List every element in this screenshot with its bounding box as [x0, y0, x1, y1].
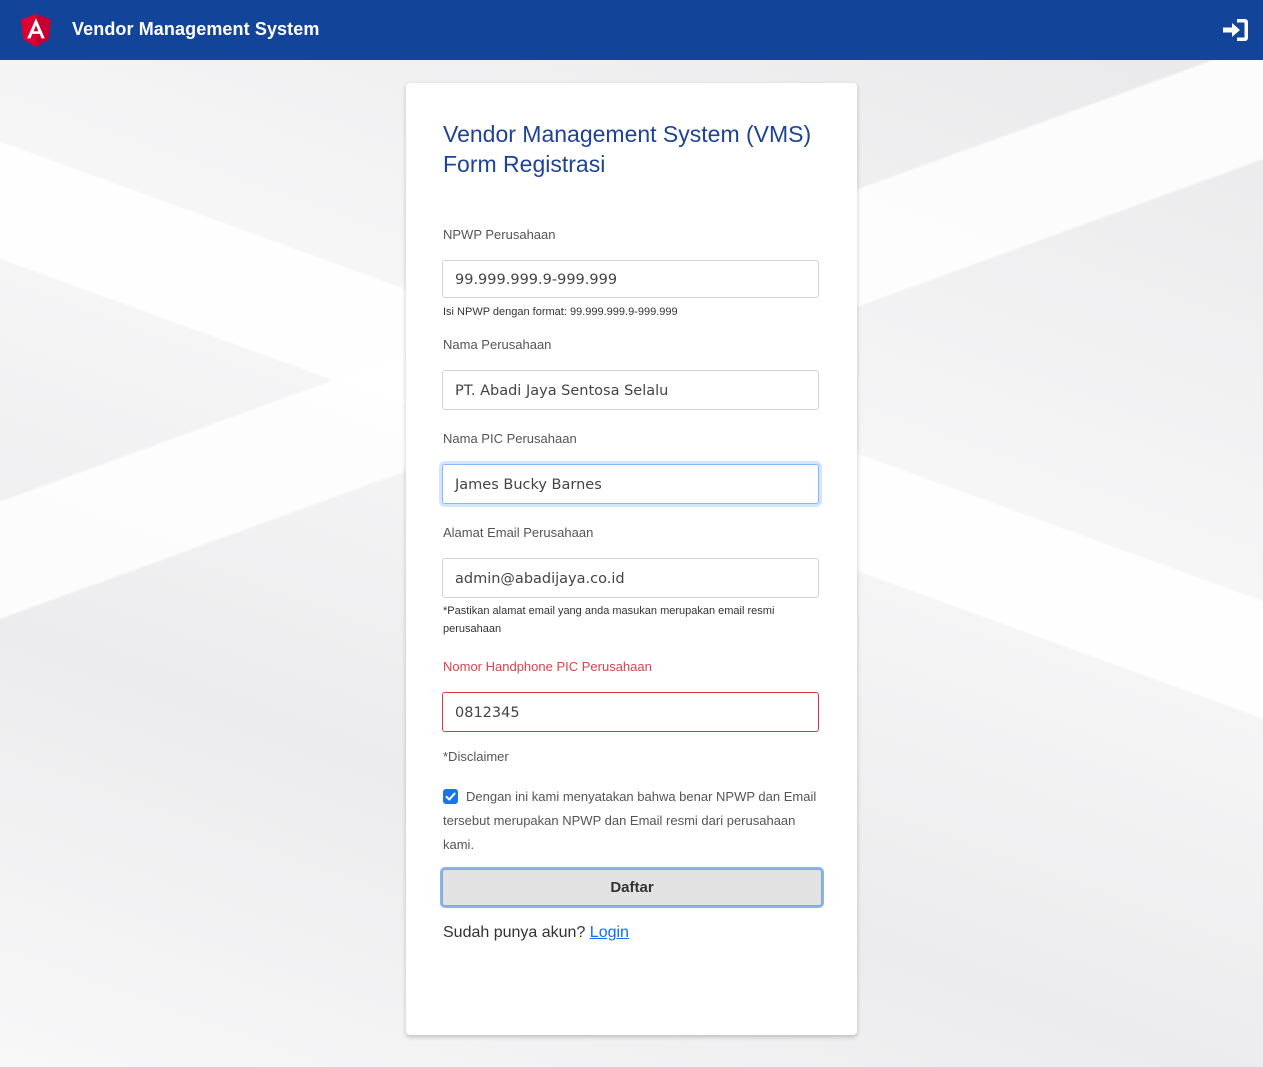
login-prompt: Sudah punya akun? Login: [443, 924, 629, 942]
npwp-help-text: Isi NPWP dengan format: 99.999.999.9-999…: [443, 306, 678, 318]
npwp-input[interactable]: 99.999.999.9-999.999: [442, 260, 819, 298]
disclaimer-title: *Disclaimer: [443, 749, 509, 764]
disclaimer-checkbox[interactable]: [443, 789, 458, 804]
registration-card: Vendor Management System (VMS) Form Regi…: [406, 83, 857, 1035]
phone-label: Nomor Handphone PIC Perusahaan: [443, 659, 652, 674]
npwp-label: NPWP Perusahaan: [443, 227, 556, 242]
disclaimer-text: Dengan ini kami menyatakan bahwa benar N…: [443, 789, 817, 852]
sign-in-icon[interactable]: [1223, 18, 1249, 42]
app-title: Vendor Management System: [72, 19, 320, 39]
login-link[interactable]: Login: [590, 924, 629, 941]
email-help-text: *Pastikan alamat email yang anda masukan…: [443, 605, 775, 635]
pic-name-label: Nama PIC Perusahaan: [443, 431, 577, 446]
top-navbar: Vendor Management System: [0, 0, 1263, 60]
angular-logo-icon[interactable]: [21, 14, 51, 47]
heading-line-1: Vendor Management System (VMS): [443, 121, 812, 147]
heading-line-2: Form Registrasi: [443, 151, 606, 177]
company-name-input[interactable]: PT. Abadi Jaya Sentosa Selalu: [442, 370, 819, 410]
register-button[interactable]: Daftar: [442, 869, 822, 906]
form-heading: Vendor Management System (VMS) Form Regi…: [443, 119, 833, 179]
login-prompt-text: Sudah punya akun?: [443, 924, 586, 941]
phone-input[interactable]: 0812345: [442, 692, 819, 732]
email-label: Alamat Email Perusahaan: [443, 525, 594, 540]
pic-name-input[interactable]: James Bucky Barnes: [442, 464, 819, 504]
email-input[interactable]: admin@abadijaya.co.id: [442, 558, 819, 598]
checkmark-icon: [445, 792, 456, 801]
company-name-label: Nama Perusahaan: [443, 337, 552, 352]
